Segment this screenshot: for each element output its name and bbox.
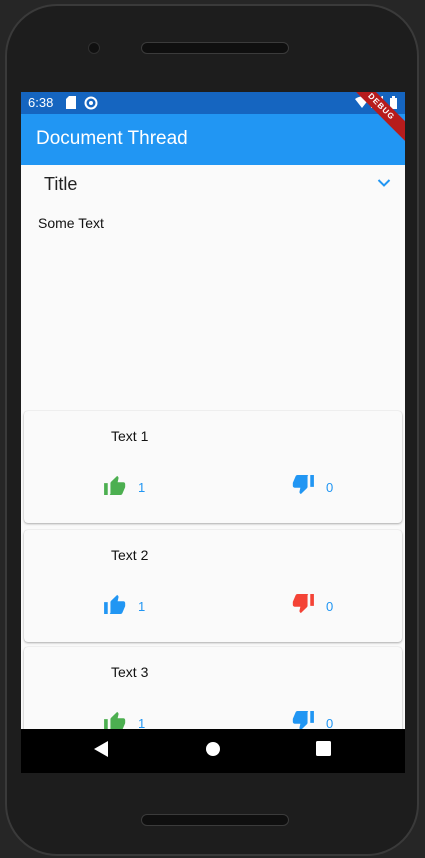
bottom-speaker (141, 814, 289, 826)
dislike-button[interactable]: 0 (292, 593, 352, 619)
card-text: Text 2 (111, 547, 149, 563)
like-button[interactable]: 1 (104, 475, 164, 499)
card-text: Text 3 (111, 664, 149, 680)
like-count: 1 (138, 479, 146, 495)
comment-card: Text 2 1 0 (24, 530, 402, 642)
like-count: 1 (138, 598, 146, 614)
dislike-count: 0 (326, 479, 334, 495)
front-camera (88, 42, 100, 54)
thumb-down-icon (292, 474, 314, 500)
thumb-up-icon (104, 475, 126, 500)
data-saver-icon (84, 96, 98, 113)
status-bar: 6:38 (21, 92, 405, 114)
system-nav-bar (21, 729, 405, 773)
sd-card-icon (66, 96, 76, 112)
dislike-button[interactable]: 0 (292, 474, 352, 500)
page-title: Document Thread (36, 128, 188, 149)
thumb-down-icon (292, 593, 314, 619)
dislike-count: 0 (326, 598, 334, 614)
status-time: 6:38 (28, 95, 54, 110)
app-screen: 6:38 DEBUG Document Thread Title Some Te… (21, 92, 405, 773)
back-icon[interactable] (94, 741, 108, 762)
home-icon[interactable] (205, 741, 221, 762)
expansion-body-text: Some Text (38, 215, 104, 231)
chevron-down-icon[interactable] (377, 175, 391, 193)
app-bar: Document Thread (21, 114, 405, 165)
thumb-up-icon (104, 594, 126, 619)
expansion-header[interactable]: Title (21, 165, 405, 205)
card-text: Text 1 (111, 428, 149, 444)
like-button[interactable]: 1 (104, 594, 164, 618)
top-speaker (141, 42, 289, 54)
comment-card: Text 1 1 0 (24, 411, 402, 523)
recents-icon[interactable] (316, 741, 331, 761)
expansion-title: Title (44, 174, 78, 194)
